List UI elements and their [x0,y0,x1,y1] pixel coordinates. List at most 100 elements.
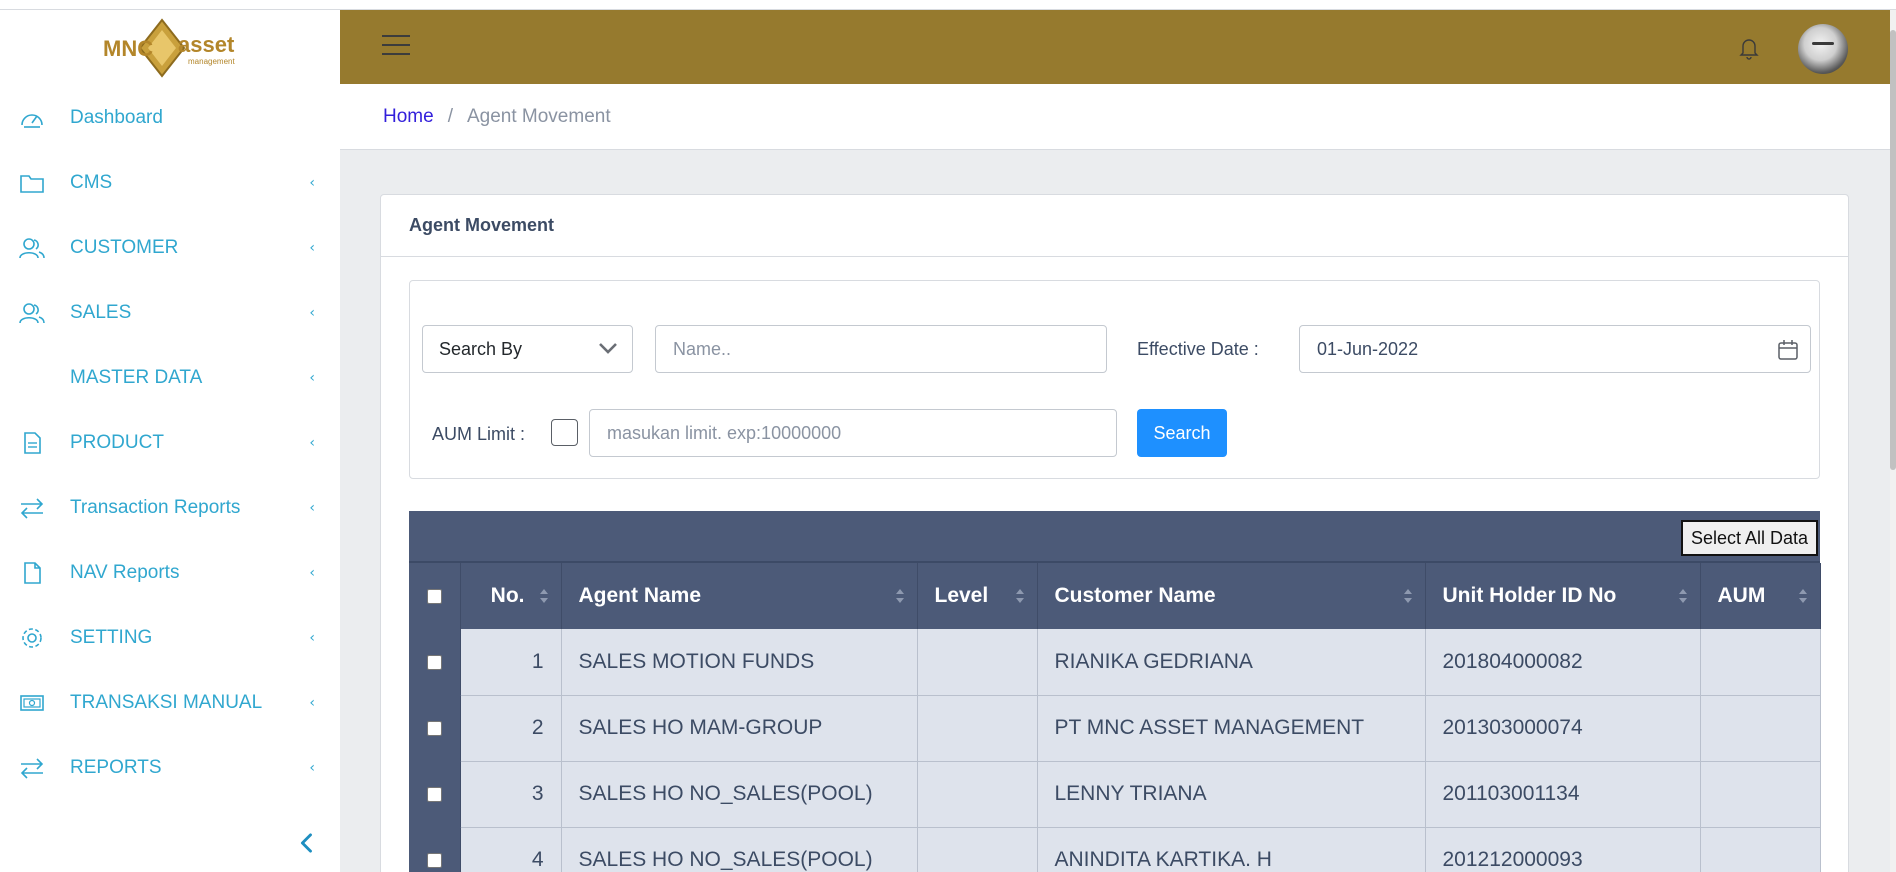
scrollbar-thumb[interactable] [1890,30,1896,470]
breadcrumb-home-link[interactable]: Home [383,106,434,128]
sidebar-item-dashboard[interactable]: Dashboard [0,85,340,150]
sidebar-item-cms[interactable]: CMS ‹ [0,150,340,215]
column-header-customer-name[interactable]: Customer Name [1037,563,1426,629]
cell-no: 4 [460,827,562,872]
cell-customer-name: ANINDITA KARTIKA. H [1037,827,1426,872]
table-row[interactable]: 1 SALES MOTION FUNDS RIANIKA GEDRIANA 20… [409,629,1821,696]
sidebar-item-sales[interactable]: SALES ‹ [0,280,340,345]
sidebar-item-transaction-reports[interactable]: Transaction Reports ‹ [0,475,340,540]
cell-unit-holder-id: 201212000093 [1425,827,1701,872]
cell-no: 1 [460,629,562,696]
chevron-left-icon: ‹ [309,239,315,256]
table-row[interactable]: 3 SALES HO NO_SALES(POOL) LENNY TRIANA 2… [409,761,1821,828]
sidebar-item-label: MASTER DATA [70,366,203,388]
filter-panel: Search By Name.. Effective Date : 01-Jun… [409,280,1820,479]
row-checkbox[interactable] [426,852,442,868]
table-row[interactable]: 4 SALES HO NO_SALES(POOL) ANINDITA KARTI… [409,827,1821,872]
swap-arrows-icon [18,756,46,780]
table-header-row: No. Agent Name Level Customer Name Unit … [409,563,1821,629]
chevron-left-icon: ‹ [309,694,315,711]
sidebar-item-label: REPORTS [70,756,162,778]
people-icon [18,301,46,325]
notification-button[interactable] [1738,36,1760,60]
bell-icon [1739,39,1759,60]
column-header-unit-holder-id[interactable]: Unit Holder ID No [1425,563,1701,629]
cell-customer-name: PT MNC ASSET MANAGEMENT [1037,695,1426,762]
column-header-no[interactable]: No. [460,563,562,629]
row-checkbox[interactable] [426,720,442,736]
table-row[interactable]: 2 SALES HO MAM-GROUP PT MNC ASSET MANAGE… [409,695,1821,762]
effective-date-field[interactable]: 01-Jun-2022 [1299,325,1811,373]
row-checkbox-cell [409,629,461,696]
cell-unit-holder-id: 201804000082 [1425,629,1701,696]
select-all-checkbox[interactable] [426,588,442,604]
column-header-label: Customer Name [1054,584,1216,607]
calendar-icon[interactable] [1776,338,1800,362]
document-icon [18,431,46,455]
sidebar-item-label: CMS [70,171,113,193]
brand-logo[interactable]: MNC asset management [100,16,240,80]
sidebar-item-customer[interactable]: CUSTOMER ‹ [0,215,340,280]
hamburger-menu-button[interactable] [382,35,410,57]
sidebar-item-label: NAV Reports [70,561,180,583]
sort-icon [539,589,548,603]
sidebar-item-label: Dashboard [70,106,163,128]
cell-agent-name: SALES HO NO_SALES(POOL) [561,827,918,872]
sidebar-item-label: TRANSAKSI MANUAL [70,691,263,713]
sort-icon [1678,589,1687,603]
avatar[interactable] [1798,24,1848,74]
sidebar-item-transaksi-manual[interactable]: TRANSAKSI MANUAL ‹ [0,670,340,735]
column-header-aum[interactable]: AUM [1700,563,1821,629]
gear-icon [18,626,46,650]
sidebar-item-nav-reports[interactable]: NAV Reports ‹ [0,540,340,605]
mnc-asset-logo-icon: MNC asset management [103,18,235,78]
page-scrollbar[interactable] [1890,10,1896,872]
aum-limit-input[interactable]: masukan limit. exp:10000000 [589,409,1117,457]
chevron-left-icon: ‹ [309,759,315,776]
sidebar-item-master-data[interactable]: MASTER DATA ‹ [0,345,340,410]
select-all-data-button[interactable]: Select All Data [1680,520,1818,556]
search-by-select[interactable]: Search By [422,325,633,373]
cell-agent-name: SALES HO NO_SALES(POOL) [561,761,918,828]
name-input[interactable]: Name.. [655,325,1107,373]
row-checkbox[interactable] [426,786,442,802]
cell-aum [1700,761,1821,828]
cell-level [917,629,1038,696]
chevron-left-icon: ‹ [309,629,315,646]
folder-icon [18,171,46,195]
row-checkbox[interactable] [426,654,442,670]
column-header-label: AUM [1717,584,1766,607]
sidebar-item-setting[interactable]: SETTING ‹ [0,605,340,670]
chevron-left-icon: ‹ [309,304,315,321]
search-button[interactable]: Search [1137,409,1227,457]
svg-text:MNC: MNC [103,36,153,61]
cell-level [917,827,1038,872]
sidebar-item-label: SETTING [70,626,153,648]
chevron-left-icon: ‹ [309,499,315,516]
sidebar-item-reports[interactable]: REPORTS ‹ [0,735,340,800]
column-header-agent-name[interactable]: Agent Name [561,563,918,629]
sidebar-nav: Dashboard CMS ‹ CUSTOMER ‹ SALES ‹ MASTE… [0,85,340,800]
column-header-level[interactable]: Level [917,563,1038,629]
file-icon [18,561,46,585]
sidebar-minimize-button[interactable] [292,828,320,858]
cell-customer-name: RIANIKA GEDRIANA [1037,629,1426,696]
cell-aum [1700,695,1821,762]
effective-date-label: Effective Date : [1137,339,1259,359]
sidebar: MNC asset management Dashboard CMS ‹ CUS… [0,10,340,872]
column-header-label: Agent Name [578,584,702,607]
header-checkbox-cell [409,563,461,629]
chevron-left-icon: ‹ [309,369,315,386]
aum-limit-checkbox[interactable] [551,419,578,446]
column-header-label: Unit Holder ID No [1442,584,1617,607]
chevron-left-icon: ‹ [309,564,315,581]
chevron-left-icon [300,833,312,853]
chevron-down-icon [599,343,617,354]
sidebar-item-label: SALES [70,301,132,323]
row-checkbox-cell [409,695,461,762]
sidebar-item-label: PRODUCT [70,431,164,453]
hamburger-icon [382,53,410,55]
breadcrumb-current: Agent Movement [466,105,611,127]
row-checkbox-cell [409,827,461,872]
sidebar-item-product[interactable]: PRODUCT ‹ [0,410,340,475]
